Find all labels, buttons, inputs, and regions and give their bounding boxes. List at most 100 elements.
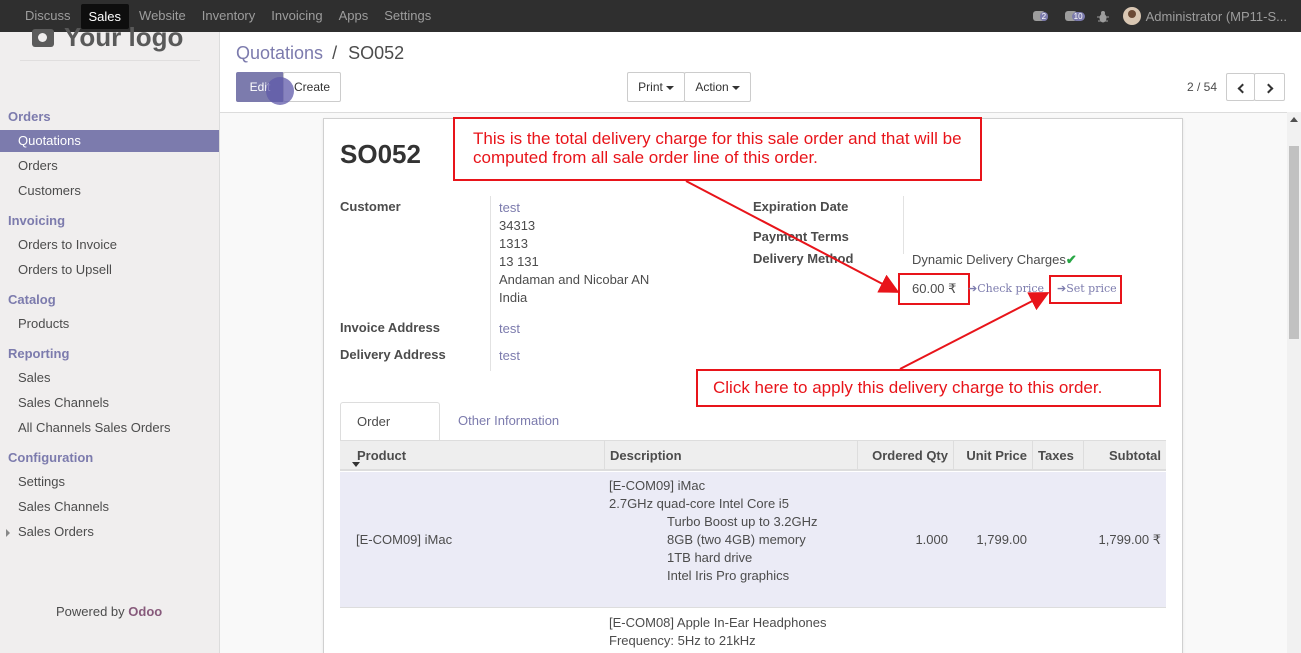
print-label: Print [638,80,663,94]
order-lines-header: Product Description Ordered Qty Unit Pri… [340,441,1166,471]
menu-apps[interactable]: Apps [331,0,377,32]
row-description-line: Intel Iris Pro graphics [667,568,790,583]
delivery-method-name: Dynamic Delivery Charges [912,252,1066,267]
camera-icon [32,28,54,47]
row-ordered-qty: 1.000 [915,532,948,547]
row-description-line: 2.7GHz quad-core Intel Core i5 [609,496,789,511]
order-name: SO052 [340,139,421,169]
customer-address-line: 1313 [499,236,528,251]
sidebar-section-reporting: Reporting [8,346,70,361]
customer-address-line: 34313 [499,218,536,233]
company-logo[interactable]: Your logo [32,22,183,53]
systray: 2 10 Administrator (MP11-S... [1032,0,1301,32]
column-ordered-qty[interactable]: Ordered Qty [858,441,954,471]
row-product: [E-COM09] iMac [356,532,453,547]
row-description-line: 1TB hard drive [667,550,753,565]
debug-bug-icon[interactable] [1096,10,1109,23]
action-label: Action [695,80,729,94]
sidebar-section-orders: Orders [8,109,51,124]
scroll-up-arrow-icon[interactable] [1290,117,1298,122]
sidebar-item-config-sales-orders[interactable]: Sales Orders [0,521,219,543]
payment-terms-label: Payment Terms [753,229,849,244]
pager-next-button[interactable] [1254,73,1285,101]
breadcrumb-quotations[interactable]: Quotations [236,43,323,63]
invoice-address-label: Invoice Address [340,320,440,335]
column-product[interactable]: Product [352,441,605,471]
delivery-address-label: Delivery Address [340,347,446,362]
column-taxes[interactable]: Taxes [1033,441,1084,471]
chat-icon[interactable]: 2 [1032,9,1055,23]
tab-other-information[interactable]: Other Information [442,402,575,441]
sidebar-item-orders-to-invoice[interactable]: Orders to Invoice [0,234,219,256]
sort-caret-icon[interactable] [352,462,360,467]
row-subtotal: 1,799.00 ₹ [1098,532,1162,547]
invoice-address-link[interactable]: test [499,321,520,336]
user-avatar[interactable] [1122,7,1141,25]
chevron-right-icon [1263,83,1273,94]
pager-previous-button[interactable] [1226,73,1255,101]
sidebar-section-configuration: Configuration [8,450,94,465]
field-divider [903,196,904,254]
sidebar-item-products[interactable]: Products [0,313,219,335]
check-price-button[interactable]: ➔Check price [968,282,1044,295]
menu-settings[interactable]: Settings [376,0,439,32]
action-button[interactable]: Action [684,72,751,102]
arrow-right-icon: ➔ [1057,282,1067,295]
menu-invoicing[interactable]: Invoicing [263,0,330,32]
check-icon: ✔ [1065,252,1077,267]
pager-value[interactable]: 2 / 54 [1187,80,1217,94]
tab-order-lines[interactable]: Order Lines [340,402,440,467]
sidebar-item-reporting-sales-channels[interactable]: Sales Channels [0,392,219,414]
annotation-delivery-charge: This is the total delivery charge for th… [453,117,982,181]
column-description[interactable]: Description [605,441,858,471]
odoo-link[interactable]: Odoo [128,604,162,619]
logo-text: Your logo [64,22,184,52]
caret-right-icon[interactable] [6,529,10,537]
customer-name-link[interactable]: test [499,200,520,215]
row-description-line: [E-COM09] iMac [609,478,706,493]
action-caret-icon [731,85,740,90]
breadcrumb-current: SO052 [348,43,405,63]
click-indicator [266,77,294,105]
sidebar-item-config-sales-channels[interactable]: Sales Channels [0,496,219,518]
column-unit-price[interactable]: Unit Price [954,441,1033,471]
delivery-method-value: Dynamic Delivery Charges✔ [912,252,1077,268]
sidebar-item-quotations[interactable]: Quotations [0,130,219,152]
scrollbar-thumb[interactable] [1289,146,1299,339]
customer-label: Customer [340,199,401,214]
set-price-label: Set price [1066,282,1117,295]
sidebar-item-reporting-sales[interactable]: Sales [0,367,219,389]
row-unit-price: 1,799.00 [976,532,1027,547]
activity-count: 10 [1071,12,1085,21]
delivery-price: 60.00 ₹ [898,273,970,305]
menu-inventory[interactable]: Inventory [194,0,263,32]
sidebar-item-orders-to-upsell[interactable]: Orders to Upsell [0,259,219,281]
print-button[interactable]: Print [627,72,685,102]
sidebar-item-customers[interactable]: Customers [0,180,219,202]
set-price-button[interactable]: ➔Set price [1057,282,1117,295]
customer-address-line: 13 131 [499,254,539,269]
chat-count: 2 [1039,12,1049,21]
breadcrumb-separator: / [332,43,338,63]
check-price-label: Check price [977,282,1045,295]
arrow-right-icon: ➔ [968,282,978,295]
sidebar-item-config-settings[interactable]: Settings [0,471,219,493]
sidebar-item-all-channels-sales-orders[interactable]: All Channels Sales Orders [0,417,219,439]
field-divider [490,196,491,371]
breadcrumb: Quotations / SO052 [236,43,404,64]
user-menu[interactable]: Administrator (MP11-S... [1146,9,1287,24]
sidebar-section-invoicing: Invoicing [8,213,66,228]
expiration-date-label: Expiration Date [753,199,849,214]
delivery-method-label: Delivery Method [753,251,854,266]
delivery-address-link[interactable]: test [499,348,520,363]
row-description-line: 8GB (two 4GB) memory [667,532,806,547]
sidebar-item-orders[interactable]: Orders [0,155,219,177]
powered-by-text: Powered by [56,604,129,619]
row-description-line: Frequency: 5Hz to 21kHz [609,633,756,648]
activity-icon[interactable]: 10 [1064,9,1087,23]
print-caret-icon [665,85,674,90]
column-subtotal[interactable]: Subtotal [1084,441,1166,471]
sidebar-section-catalog: Catalog [8,292,56,307]
annotation-set-price: Click here to apply this delivery charge… [696,369,1161,407]
powered-by: Powered by Odoo [56,604,162,619]
